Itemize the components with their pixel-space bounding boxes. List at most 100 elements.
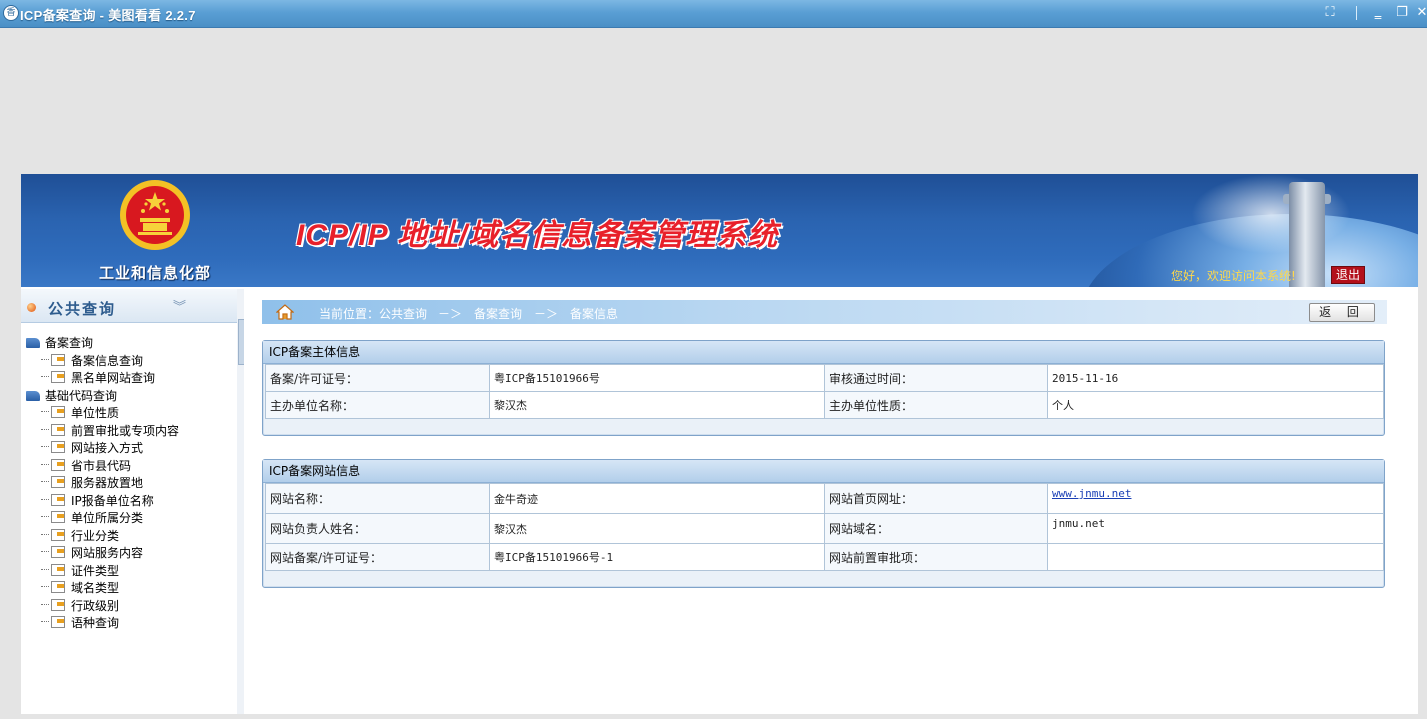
home-icon[interactable]: [276, 303, 294, 321]
menu-item-label: 行政级别: [71, 598, 120, 613]
tree-line: [41, 481, 49, 483]
table-row: 主办单位名称： 黎汉杰 主办单位性质： 个人: [265, 391, 1384, 419]
close-icon[interactable]: ✕: [1412, 4, 1427, 22]
document-icon: [51, 563, 65, 576]
field-label: 网站负责人姓名：: [265, 513, 490, 544]
sidebar-header: 公共查询 ︾: [21, 289, 237, 323]
menu-group-label: 备案查询: [45, 336, 94, 350]
document-icon: [51, 493, 65, 506]
document-icon: [51, 406, 65, 418]
table-row: 网站名称： 金牛奇迹 网站首页网址： www.jnmu.net: [265, 483, 1384, 514]
fullscreen-icon[interactable]: ⛶: [1320, 4, 1340, 22]
breadcrumb: 当前位置：公共查询 －＞ 备案查询 －＞ 备案信息: [262, 300, 1387, 324]
minimize-icon[interactable]: ‗: [1368, 4, 1388, 22]
field-label: 备案/许可证号：: [265, 364, 490, 392]
window-titlebar: 香 ICP备案查询 - 美图看看 2.2.7 ⛶ ‗ ❐ ✕: [0, 0, 1427, 28]
menu-item-label: 行业分类: [71, 528, 120, 543]
menu-item-region-code[interactable]: 省市县代码: [21, 458, 237, 476]
menu-item-language[interactable]: 语种查询: [21, 615, 237, 633]
organizer-nature-value: 个人: [1047, 391, 1384, 419]
menu-item-label: 网站接入方式: [71, 441, 144, 455]
bullet-icon: [27, 303, 36, 312]
document-icon: [51, 598, 65, 611]
panel-title: ICP备案网站信息: [263, 460, 1384, 483]
menu-item-label: 前置审批或专项内容: [71, 423, 180, 438]
pre-approval-value: [1047, 543, 1384, 571]
tree-line: [41, 516, 49, 518]
menu-item-service-content[interactable]: 网站服务内容: [21, 545, 237, 563]
document-icon: [51, 581, 65, 593]
approval-date-value: 2015-11-16: [1047, 364, 1384, 392]
field-label: 网站名称：: [265, 483, 490, 514]
document-icon: [51, 353, 65, 366]
document-icon: [51, 511, 65, 523]
menu-group-basic-code-query[interactable]: 基础代码查询: [21, 388, 237, 406]
tree-line: [41, 446, 49, 448]
menu-item-label: 黑名单网站查询: [71, 371, 156, 385]
site-name-value: 金牛奇迹: [489, 483, 825, 514]
menu-item-blacklist-query[interactable]: 黑名单网站查询: [21, 370, 237, 388]
document-icon: [51, 458, 65, 471]
site-license-value: 粤ICP备15101966号-1: [489, 543, 825, 571]
license-number-value: 粤ICP备15101966号: [489, 364, 825, 392]
header-banner: 工业和信息化部 ICP/IP 地址/域名信息备案管理系统 您好，欢迎访问本系统!…: [21, 174, 1418, 287]
back-button[interactable]: 返 回: [1309, 303, 1375, 322]
menu-item-admin-level[interactable]: 行政级别: [21, 598, 237, 616]
menu-item-server-location[interactable]: 服务器放置地: [21, 475, 237, 493]
menu-item-label: 语种查询: [71, 616, 120, 630]
menu-group-icp-query[interactable]: 备案查询: [21, 335, 237, 353]
menu-item-label: 单位所属分类: [71, 511, 144, 525]
field-label: 网站首页网址：: [824, 483, 1048, 514]
restore-icon[interactable]: ❐: [1392, 4, 1412, 22]
breadcrumb-item-record-query[interactable]: 备案查询: [474, 305, 522, 322]
panel-footer: [263, 571, 1384, 587]
domain-value: jnmu.net: [1047, 513, 1384, 544]
organizer-name-value: 黎汉杰: [489, 391, 825, 419]
panel-footer: [263, 419, 1384, 435]
menu-item-label: 备案信息查询: [71, 353, 144, 368]
homepage-url-cell: www.jnmu.net: [1047, 483, 1384, 514]
collapse-chevron-icon[interactable]: ︾: [173, 296, 186, 315]
window-title: ICP备案查询 - 美图看看 2.2.7: [20, 8, 196, 23]
menu-item-pre-approval[interactable]: 前置审批或专项内容: [21, 423, 237, 441]
ministry-name: 工业和信息化部: [99, 264, 212, 282]
homepage-url-link[interactable]: www.jnmu.net: [1052, 487, 1131, 500]
menu-item-record-info-query[interactable]: 备案信息查询: [21, 353, 237, 371]
website-info-table: 网站名称： 金牛奇迹 网站首页网址： www.jnmu.net 网站负责人姓名：…: [265, 483, 1384, 571]
field-label: 审核通过时间：: [824, 364, 1048, 392]
field-label: 主办单位性质：: [824, 391, 1048, 419]
logout-button[interactable]: 退出: [1331, 266, 1365, 284]
subject-info-panel: ICP备案主体信息 备案/许可证号： 粤ICP备15101966号 审核通过时间…: [262, 340, 1385, 436]
sidebar: 公共查询 ︾ 备案查询 备案信息查询 黑名单网站查询 基础代码查询 单位性质 前…: [21, 289, 238, 714]
sidebar-title: 公共查询: [48, 300, 117, 318]
menu-item-ip-unit-name[interactable]: IP报备单位名称: [21, 493, 237, 511]
document-icon: [51, 616, 65, 628]
field-label: 网站前置审批项：: [824, 543, 1048, 571]
menu-item-domain-type[interactable]: 域名类型: [21, 580, 237, 598]
folder-icon: [26, 338, 40, 348]
menu-item-industry[interactable]: 行业分类: [21, 528, 237, 546]
tree-line: [41, 358, 49, 361]
menu-group-label: 基础代码查询: [45, 388, 118, 403]
tree-line: [41, 376, 49, 378]
website-info-panel: ICP备案网站信息 网站名称： 金牛奇迹 网站首页网址： www.jnmu.ne…: [262, 459, 1385, 588]
document-icon: [51, 546, 65, 558]
table-row: 网站备案/许可证号： 粤ICP备15101966号-1 网站前置审批项：: [265, 543, 1384, 571]
panel-title: ICP备案主体信息: [263, 341, 1384, 364]
site-owner-value: 黎汉杰: [489, 513, 825, 544]
welcome-message: 您好，欢迎访问本系统!: [1171, 269, 1296, 283]
light-glow: [1191, 174, 1351, 254]
tree-line: [41, 411, 49, 413]
menu-item-access-method[interactable]: 网站接入方式: [21, 440, 237, 458]
menu-item-label: 网站服务内容: [71, 546, 144, 560]
tree-line: [41, 603, 49, 606]
national-emblem-icon: [120, 180, 190, 250]
menu-item-certificate-type[interactable]: 证件类型: [21, 563, 237, 581]
menu-item-unit-nature[interactable]: 单位性质: [21, 405, 237, 423]
tree-line: [41, 586, 49, 588]
system-title: ICP/IP 地址/域名信息备案管理系统: [296, 219, 779, 252]
menu-item-unit-category[interactable]: 单位所属分类: [21, 510, 237, 528]
menu-item-label: 单位性质: [71, 406, 120, 420]
tree-line: [41, 551, 49, 553]
document-icon: [51, 371, 65, 383]
